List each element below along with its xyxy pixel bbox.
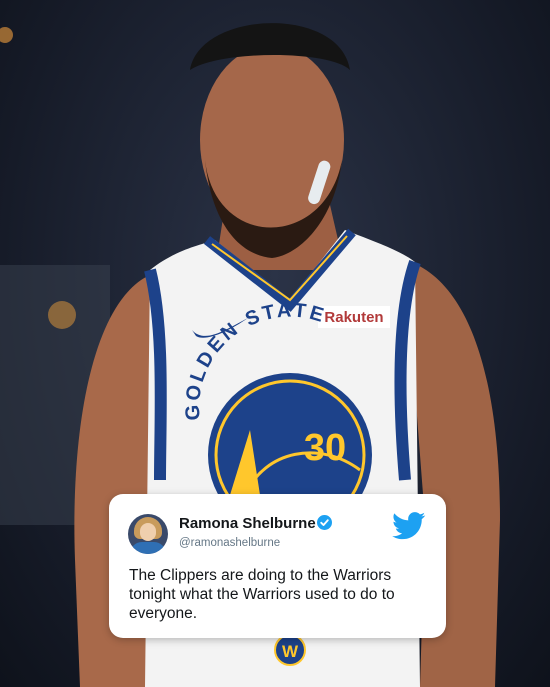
twitter-handle[interactable]: @ramonashelburne bbox=[179, 537, 280, 549]
photo-scene: Rakuten GOLDEN STATE 30 W Ramona Shelbur… bbox=[0, 0, 550, 687]
sponsor-logo: Rakuten bbox=[324, 309, 383, 326]
svg-text:W: W bbox=[282, 642, 299, 661]
tweet-card[interactable]: Ramona Shelburne @ramonashelburne The Cl… bbox=[109, 494, 446, 638]
twitter-bird-icon[interactable] bbox=[392, 512, 426, 540]
jersey-number: 30 bbox=[304, 427, 346, 469]
verified-badge-icon bbox=[317, 515, 332, 530]
avatar[interactable] bbox=[128, 514, 168, 554]
display-name[interactable]: Ramona Shelburne bbox=[179, 515, 316, 532]
tweet-text: The Clippers are doing to the Warriors t… bbox=[129, 567, 395, 622]
